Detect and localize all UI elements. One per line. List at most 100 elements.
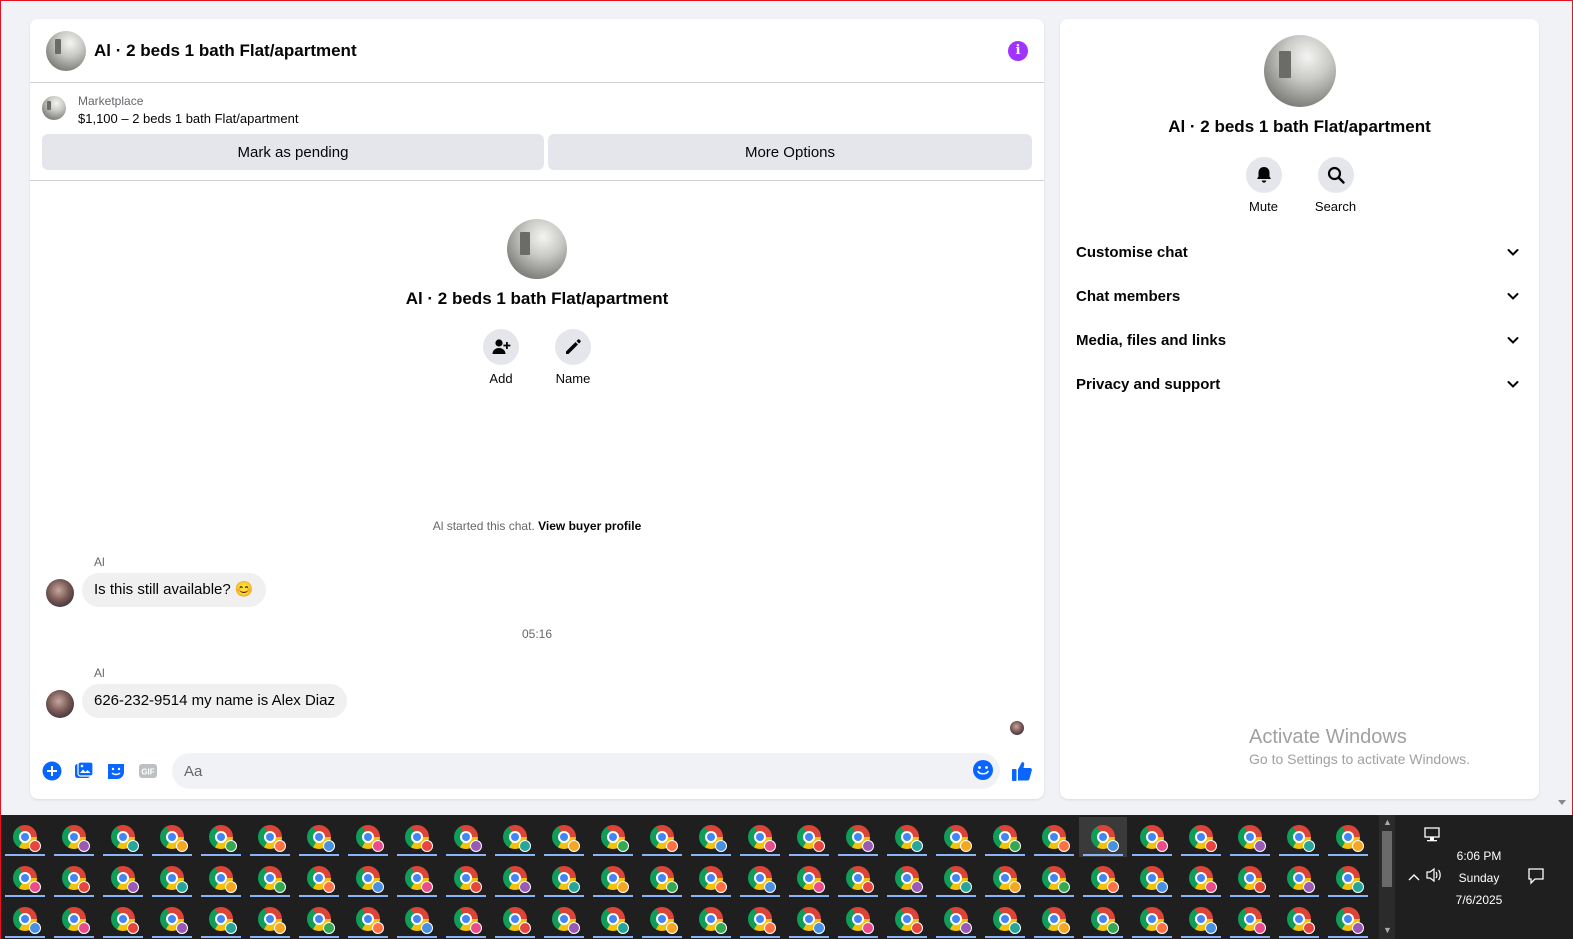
taskbar-browser-window[interactable] (99, 858, 147, 898)
taskbar-browser-window[interactable] (1226, 899, 1274, 939)
taskbar-browser-window[interactable] (736, 899, 784, 939)
taskbar-browser-window[interactable] (687, 899, 735, 939)
taskbar-browser-window[interactable] (785, 817, 833, 857)
section-chat-members[interactable]: Chat members (1068, 274, 1531, 318)
taskbar-browser-window[interactable] (1079, 899, 1127, 939)
taskbar-browser-window[interactable] (295, 899, 343, 939)
taskbar-browser-window[interactable] (1324, 858, 1372, 898)
taskbar-browser-window[interactable] (393, 817, 441, 857)
taskbar-browser-window[interactable] (197, 858, 245, 898)
taskbar-browser-window[interactable] (638, 858, 686, 898)
listing-avatar[interactable] (46, 30, 86, 71)
taskbar-browser-window[interactable] (883, 858, 931, 898)
search-button[interactable]: Search (1315, 157, 1356, 214)
taskbar-browser-window[interactable] (883, 899, 931, 939)
mute-button[interactable]: Mute (1245, 157, 1282, 214)
taskbar-browser-window[interactable] (589, 899, 637, 939)
attach-photo-button[interactable] (68, 755, 100, 787)
chat-title[interactable]: Al · 2 beds 1 bath Flat/apartment (94, 41, 1008, 61)
taskbar-browser-window[interactable] (50, 817, 98, 857)
name-chat-button[interactable]: Name (555, 329, 591, 386)
notifications-icon[interactable] (1527, 867, 1545, 890)
taskbar-browser-window[interactable] (1, 899, 49, 939)
more-actions-button[interactable] (36, 755, 68, 787)
taskbar-browser-window[interactable] (589, 858, 637, 898)
taskbar-browser-window[interactable] (540, 899, 588, 939)
taskbar-browser-window[interactable] (50, 899, 98, 939)
taskbar-browser-window[interactable] (197, 899, 245, 939)
taskbar-browser-window[interactable] (99, 817, 147, 857)
taskbar-browser-window[interactable] (932, 858, 980, 898)
taskbar-browser-window[interactable] (1226, 817, 1274, 857)
taskbar-browser-window[interactable] (1275, 817, 1323, 857)
page-scroll-down-arrow[interactable] (1558, 800, 1566, 805)
taskbar-browser-window[interactable] (442, 817, 490, 857)
taskbar-browser-window[interactable] (687, 858, 735, 898)
taskbar-browser-window[interactable] (148, 858, 196, 898)
taskbar-browser-window[interactable] (540, 858, 588, 898)
taskbar-browser-window[interactable] (148, 899, 196, 939)
taskbar-browser-window[interactable] (1177, 858, 1225, 898)
taskbar-browser-window[interactable] (1177, 899, 1225, 939)
taskbar-browser-window[interactable] (834, 858, 882, 898)
taskbar-browser-window[interactable] (491, 899, 539, 939)
taskbar-browser-window[interactable] (1324, 899, 1372, 939)
taskbar-browser-window[interactable] (932, 817, 980, 857)
add-people-button[interactable]: Add (483, 329, 519, 386)
taskbar-browser-window[interactable] (1030, 899, 1078, 939)
chevron-up-icon[interactable] (1407, 869, 1421, 887)
taskbar-browser-window[interactable] (393, 899, 441, 939)
gif-button[interactable]: GIF (132, 755, 164, 787)
taskbar-browser-window[interactable] (981, 899, 1029, 939)
taskbar-browser-window[interactable] (981, 858, 1029, 898)
section-media-files-links[interactable]: Media, files and links (1068, 318, 1531, 362)
taskbar-browser-window[interactable] (1128, 858, 1176, 898)
taskbar-browser-window[interactable] (99, 899, 147, 939)
sticker-button[interactable] (100, 755, 132, 787)
taskbar-browser-window[interactable] (540, 817, 588, 857)
taskbar-browser-window[interactable] (981, 817, 1029, 857)
taskbar-browser-window[interactable] (1079, 858, 1127, 898)
taskbar-browser-window[interactable] (442, 899, 490, 939)
taskbar-browser-window[interactable] (1030, 817, 1078, 857)
taskbar-browser-window[interactable] (295, 817, 343, 857)
section-customise-chat[interactable]: Customise chat (1068, 230, 1531, 274)
taskbar-clock[interactable]: 6:06 PM Sunday 7/6/2025 (1441, 845, 1517, 911)
message-bubble[interactable]: Is this still available? 😊 (82, 573, 266, 607)
taskbar-browser-window[interactable] (1177, 817, 1225, 857)
taskbar-browser-window[interactable] (491, 817, 539, 857)
taskbar-browser-window[interactable] (834, 899, 882, 939)
sender-avatar[interactable] (46, 579, 74, 607)
taskbar-browser-window[interactable] (687, 817, 735, 857)
taskbar-browser-window[interactable] (1324, 817, 1372, 857)
taskbar-browser-window[interactable] (344, 858, 392, 898)
taskbar-browser-window[interactable] (883, 817, 931, 857)
taskbar-browser-window[interactable] (785, 858, 833, 898)
listing-price[interactable]: $1,100 – 2 beds 1 bath Flat/apartment (78, 109, 298, 129)
sender-avatar[interactable] (46, 690, 74, 718)
taskbar-browser-window[interactable] (785, 899, 833, 939)
taskbar-browser-window[interactable] (736, 817, 784, 857)
taskbar-browser-window[interactable] (344, 817, 392, 857)
taskbar-browser-window[interactable] (834, 817, 882, 857)
taskbar-browser-window[interactable] (393, 858, 441, 898)
taskbar-browser-window[interactable] (1030, 858, 1078, 898)
taskbar-browser-window[interactable] (589, 817, 637, 857)
taskbar-browser-window[interactable] (1, 858, 49, 898)
like-button[interactable] (1006, 755, 1038, 787)
message-bubble[interactable]: 626-232-9514 my name is Alex Diaz (82, 684, 347, 718)
taskbar-browser-window[interactable] (148, 817, 196, 857)
taskbar-browser-window[interactable] (1128, 817, 1176, 857)
section-privacy-support[interactable]: Privacy and support (1068, 362, 1531, 406)
taskbar-browser-window[interactable] (295, 858, 343, 898)
taskbar-browser-window[interactable] (932, 899, 980, 939)
info-icon[interactable]: i (1008, 40, 1028, 61)
taskbar-browser-window[interactable] (736, 858, 784, 898)
taskbar-browser-window[interactable] (1275, 899, 1323, 939)
taskbar-browser-window[interactable] (1128, 899, 1176, 939)
taskbar-browser-window[interactable] (1079, 817, 1127, 857)
taskbar-browser-window[interactable] (197, 817, 245, 857)
taskbar-browser-window[interactable] (1275, 858, 1323, 898)
emoji-button[interactable] (972, 759, 994, 785)
taskbar-browser-window[interactable] (246, 817, 294, 857)
